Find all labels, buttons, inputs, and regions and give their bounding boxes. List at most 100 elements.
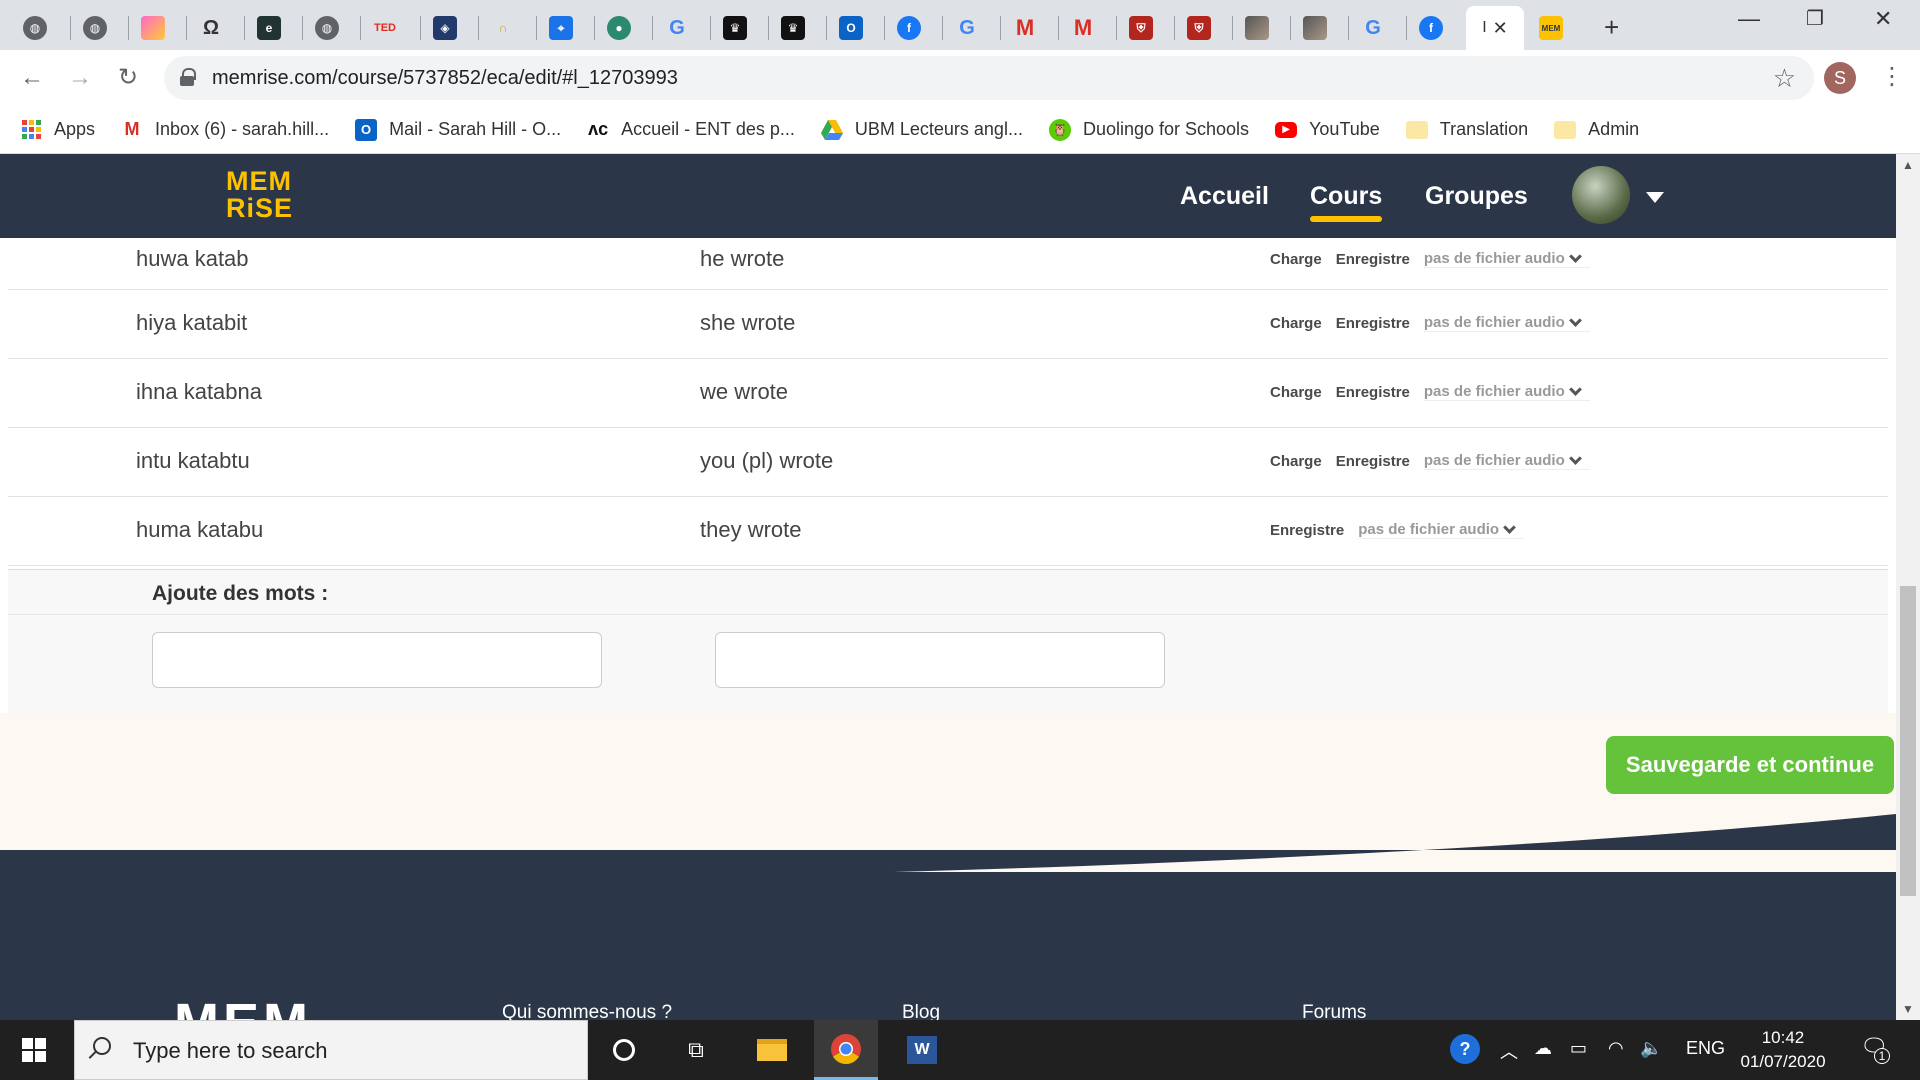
bookmark-admin[interactable]: Admin bbox=[1554, 119, 1639, 140]
charge-button[interactable]: Charge bbox=[1270, 453, 1322, 470]
file-explorer-icon[interactable] bbox=[740, 1020, 804, 1080]
cortana-icon[interactable] bbox=[592, 1020, 656, 1080]
bookmark-youtube[interactable]: ▶ YouTube bbox=[1275, 119, 1380, 140]
tab-arc[interactable]: ∩ bbox=[478, 6, 528, 50]
bookmark-apps[interactable]: Apps bbox=[20, 119, 95, 141]
nav-cours[interactable]: Cours bbox=[1310, 182, 1383, 222]
new-word-english-input[interactable] bbox=[715, 632, 1165, 688]
word-arabic[interactable]: huma katabu bbox=[136, 517, 263, 543]
audio-dropdown[interactable]: pas de fichier audio bbox=[1423, 382, 1590, 401]
scroll-thumb[interactable] bbox=[1900, 586, 1916, 896]
scroll-up-icon[interactable]: ▲ bbox=[1902, 158, 1914, 172]
chrome-taskbar-icon[interactable] bbox=[814, 1020, 878, 1080]
tab-google-2[interactable]: G bbox=[942, 6, 992, 50]
memrise-logo[interactable]: MEM RiSE bbox=[226, 168, 292, 222]
audio-dropdown[interactable]: pas de fichier audio bbox=[1358, 520, 1525, 539]
word-english[interactable]: you (pl) wrote bbox=[700, 448, 833, 474]
tab-evernote[interactable]: e bbox=[244, 6, 294, 50]
bookmark-star-icon[interactable]: ☆ bbox=[1773, 63, 1796, 94]
tab-shield-2[interactable]: ⛨ bbox=[1174, 6, 1224, 50]
tab-aljazeera[interactable]: ◈ bbox=[420, 6, 470, 50]
tab-gmail[interactable]: M bbox=[1000, 6, 1050, 50]
tab-google[interactable]: G bbox=[652, 6, 702, 50]
word-english[interactable]: he wrote bbox=[700, 246, 784, 272]
word-arabic[interactable]: hiya katabit bbox=[136, 310, 247, 336]
close-window-icon[interactable]: ✕ bbox=[1874, 6, 1892, 32]
tab-image[interactable] bbox=[1232, 6, 1282, 50]
save-and-continue-button[interactable]: Sauvegarde et continue bbox=[1606, 736, 1894, 794]
tab-shield[interactable]: ⛨ bbox=[1116, 6, 1166, 50]
tab-arch[interactable]: Ω bbox=[186, 6, 236, 50]
word-taskbar-icon[interactable]: W bbox=[890, 1020, 954, 1080]
taskbar-search[interactable]: Type here to search bbox=[74, 1020, 588, 1080]
tab-memrise[interactable]: MEM bbox=[1526, 6, 1576, 50]
audio-dropdown[interactable]: pas de fichier audio bbox=[1423, 451, 1590, 470]
footer-link-about[interactable]: Qui sommes-nous ? bbox=[502, 1002, 672, 1020]
footer-logo[interactable]: MEM bbox=[174, 992, 312, 1020]
scroll-down-icon[interactable]: ▼ bbox=[1902, 1002, 1914, 1016]
word-english[interactable]: she wrote bbox=[700, 310, 795, 336]
tab-active-memrise[interactable]: I ✕ bbox=[1466, 6, 1524, 50]
back-arrow-icon[interactable]: ← bbox=[14, 60, 50, 96]
tab-crown[interactable]: ♛ bbox=[710, 6, 760, 50]
audio-dropdown[interactable]: pas de fichier audio bbox=[1423, 249, 1590, 268]
reload-icon[interactable]: ↻ bbox=[110, 60, 146, 96]
tab-ted[interactable]: TED bbox=[360, 6, 410, 50]
charge-button[interactable]: Charge bbox=[1270, 315, 1322, 332]
tab-facebook[interactable]: f bbox=[884, 6, 934, 50]
word-arabic[interactable]: intu katabtu bbox=[136, 448, 250, 474]
tab-globe[interactable]: ◍ bbox=[10, 6, 60, 50]
record-button[interactable]: Enregistre bbox=[1270, 522, 1344, 539]
close-tab-icon[interactable]: ✕ bbox=[1493, 18, 1508, 39]
taskbar-clock[interactable]: 10:42 01/07/2020 bbox=[1728, 1026, 1838, 1074]
charge-button[interactable]: Charge bbox=[1270, 384, 1322, 401]
audio-dropdown[interactable]: pas de fichier audio bbox=[1423, 313, 1590, 332]
word-arabic[interactable]: huwa katab bbox=[136, 246, 249, 272]
footer-link-forums[interactable]: Forums bbox=[1302, 1002, 1366, 1020]
tab-globe-2[interactable]: ◍ bbox=[70, 6, 120, 50]
tab-image-2[interactable] bbox=[1290, 6, 1340, 50]
tab-google-3[interactable]: G bbox=[1348, 6, 1398, 50]
language-indicator[interactable]: ENG bbox=[1686, 1038, 1725, 1059]
notification-icon[interactable]: 🗨 1 bbox=[1860, 1034, 1890, 1064]
url-text[interactable]: memrise.com/course/5737852/eca/edit/#l_1… bbox=[212, 67, 678, 90]
tab-facebook-2[interactable]: f bbox=[1406, 6, 1456, 50]
address-bar[interactable]: memrise.com/course/5737852/eca/edit/#l_1… bbox=[164, 56, 1814, 100]
restore-icon[interactable]: ❐ bbox=[1806, 6, 1824, 31]
bookmark-ubm[interactable]: UBM Lecteurs angl... bbox=[820, 119, 1023, 141]
wifi-icon[interactable]: ◠ bbox=[1608, 1038, 1624, 1059]
tab-globe-3[interactable]: ◍ bbox=[302, 6, 352, 50]
tab-crown-2[interactable]: ♛ bbox=[768, 6, 818, 50]
new-word-arabic-input[interactable] bbox=[152, 632, 602, 688]
user-avatar[interactable] bbox=[1572, 166, 1630, 224]
tab-map[interactable]: ⌖ bbox=[536, 6, 586, 50]
charge-button[interactable]: Charge bbox=[1270, 251, 1322, 268]
menu-kebab-icon[interactable]: ⋮ bbox=[1880, 62, 1904, 91]
word-english[interactable]: they wrote bbox=[700, 517, 802, 543]
profile-avatar[interactable]: S bbox=[1824, 62, 1856, 94]
record-button[interactable]: Enregistre bbox=[1336, 453, 1410, 470]
bookmark-mail[interactable]: O Mail - Sarah Hill - O... bbox=[355, 118, 561, 141]
page-scrollbar[interactable]: ▲ ▼ bbox=[1896, 154, 1920, 1020]
battery-icon[interactable]: ▭ bbox=[1570, 1038, 1587, 1059]
task-view-icon[interactable]: ⧉ bbox=[664, 1020, 728, 1080]
word-arabic[interactable]: ihna katabna bbox=[136, 379, 262, 405]
help-icon[interactable]: ? bbox=[1450, 1034, 1480, 1064]
nav-accueil[interactable]: Accueil bbox=[1180, 182, 1269, 211]
bookmark-duolingo[interactable]: 🦉 Duolingo for Schools bbox=[1048, 118, 1249, 141]
footer-link-blog[interactable]: Blog bbox=[902, 1002, 940, 1020]
bookmark-ent[interactable]: ʌc Accueil - ENT des p... bbox=[587, 119, 795, 141]
tab-gmail-2[interactable]: M bbox=[1058, 6, 1108, 50]
nav-groupes[interactable]: Groupes bbox=[1425, 182, 1528, 211]
onedrive-cloud-icon[interactable]: ☁ bbox=[1534, 1038, 1552, 1059]
bookmark-inbox[interactable]: M Inbox (6) - sarah.hill... bbox=[121, 119, 330, 141]
forward-arrow-icon[interactable]: → bbox=[62, 60, 98, 96]
bookmark-translation[interactable]: Translation bbox=[1405, 119, 1528, 140]
new-tab-icon[interactable]: + bbox=[1604, 12, 1619, 43]
chevron-up-icon[interactable]: ︿ bbox=[1500, 1038, 1518, 1064]
record-button[interactable]: Enregistre bbox=[1336, 315, 1410, 332]
tab-outlook[interactable]: O bbox=[826, 6, 876, 50]
record-button[interactable]: Enregistre bbox=[1336, 384, 1410, 401]
tab-circle[interactable]: ● bbox=[594, 6, 644, 50]
windows-start-icon[interactable] bbox=[22, 1038, 46, 1062]
